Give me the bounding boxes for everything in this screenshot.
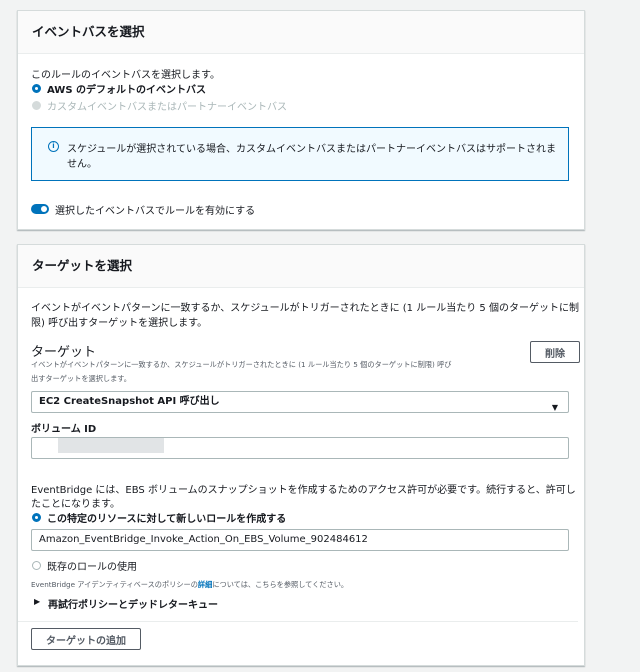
toggle-switch[interactable] [31,204,49,214]
policy-text-after: については、こちらを参照してください。 [212,580,349,589]
radio-disabled-icon [32,101,41,110]
info-alert: i スケジュールが選択されている場合、カスタムイベントバスまたはパートナーイベン… [31,127,569,181]
enable-rule-toggle[interactable]: 選択したイベントバスでルールを有効にする [31,202,291,217]
add-target-button[interactable]: ターゲットの追加 [31,628,141,650]
target-type-select-value: EC2 CreateSnapshot API 呼び出し [39,396,220,407]
info-icon: i [48,141,59,152]
radio-selected-icon[interactable] [32,513,41,522]
radio-selected-icon[interactable] [32,84,41,93]
role-name-input[interactable]: Amazon_EventBridge_Invoke_Action_On_EBS_… [31,529,569,551]
target-type-select[interactable]: EC2 CreateSnapshot API 呼び出し ▼ [31,391,569,413]
policy-details-link[interactable]: 詳細 [198,580,212,589]
target-help-line1: イベントがイベントパターンに一致するか、スケジュールがトリガーされたときに (1… [31,360,452,369]
permission-text-line1: EventBridge には、EBS ボリュームのスナップショットを作成するため… [31,485,576,496]
target-heading: ターゲット [31,345,97,360]
radio-custom-event-bus-label: カスタムイベントバスまたはパートナーイベントバス [47,102,287,113]
info-alert-text-line2: せん。 [67,159,97,170]
toggle-knob [41,206,47,212]
policy-text-before: EventBridge アイデンティティベースのポリシーの [31,580,198,589]
target-help-line2: 出すターゲットを選択します。 [31,374,131,383]
event-bus-panel-title: イベントバスを選択 [18,11,584,54]
radio-existing-role-label: 既存のロールの使用 [47,562,137,573]
event-bus-panel: イベントバスを選択 このルールのイベントバスを選択します。 AWS のデフォルト… [17,10,585,230]
delete-button[interactable]: 削除 [530,341,580,363]
volume-id-input[interactable] [31,437,569,459]
target-panel: ターゲットを選択 イベントがイベントパターンに一致するか、スケジュールがトリガー… [17,244,585,666]
event-bus-description: このルールのイベントバスを選択します。 [31,70,220,81]
caret-right-icon: ▶ [34,597,41,606]
radio-existing-role[interactable]: 既存のロールの使用 [31,558,231,573]
radio-default-event-bus[interactable]: AWS のデフォルトのイベントバス [31,81,331,96]
retry-policy-expander[interactable]: ▶ 再試行ポリシーとデッドレターキュー [34,596,254,611]
divider [18,621,578,622]
radio-create-new-role[interactable]: この特定のリソースに対して新しいロールを作成する [31,510,331,525]
policy-info-text: EventBridge アイデンティティベースのポリシーの詳細については、こちら… [31,580,348,590]
enable-rule-toggle-label: 選択したイベントバスでルールを有効にする [55,206,256,217]
info-alert-text-line1: スケジュールが選択されている場合、カスタムイベントバスまたはパートナーイベントバ… [67,144,556,155]
target-panel-title: ターゲットを選択 [18,245,584,288]
caret-down-icon: ▼ [551,403,558,412]
radio-default-event-bus-label: AWS のデフォルトのイベントバス [47,85,207,96]
volume-id-label: ボリューム ID [31,424,97,435]
radio-custom-event-bus: カスタムイベントバスまたはパートナーイベントバス [31,98,351,113]
role-name-value: Amazon_EventBridge_Invoke_Action_On_EBS_… [39,534,368,545]
radio-create-new-role-label: この特定のリソースに対して新しいロールを作成する [47,514,287,525]
target-description-line1: イベントがイベントパターンに一致するか、スケジュールがトリガーされたときに (1… [31,303,579,314]
radio-unselected-icon[interactable] [32,561,41,570]
target-description-line2: 限) 呼び出すターゲットを選択します。 [31,318,208,329]
permission-text-line2: たことになります。 [31,499,120,510]
retry-policy-label: 再試行ポリシーとデッドレターキュー [48,600,218,611]
